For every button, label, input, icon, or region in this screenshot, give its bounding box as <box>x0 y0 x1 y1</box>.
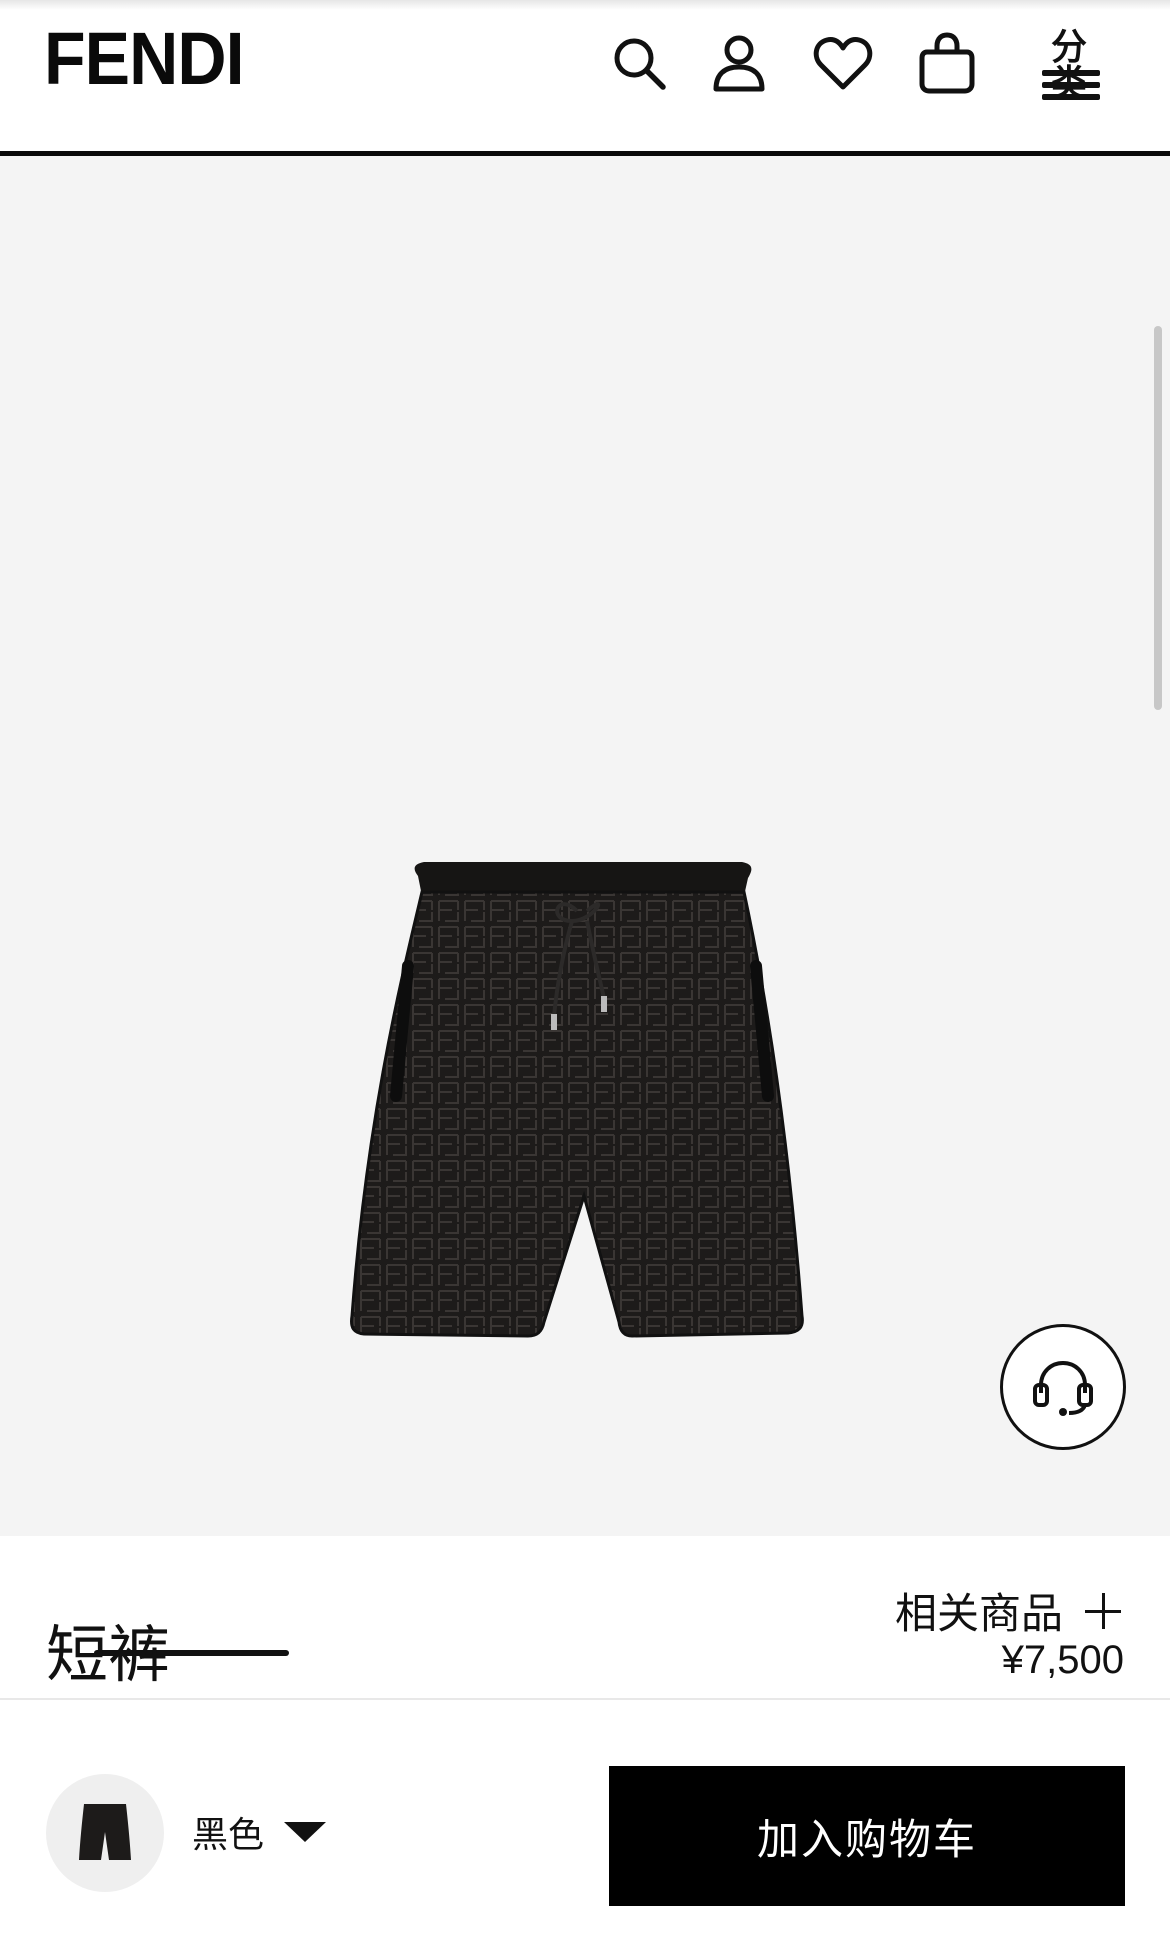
divider <box>0 1698 1170 1700</box>
account-icon[interactable] <box>704 28 774 98</box>
wishlist-heart-icon[interactable] <box>808 28 878 98</box>
fendi-logo[interactable]: FENDI <box>44 22 245 96</box>
headset-icon <box>1033 1360 1093 1416</box>
related-products-label: 相关商品 <box>895 1589 1064 1638</box>
slide-indicator-2[interactable] <box>422 1650 736 1656</box>
add-to-cart-button[interactable]: 加入购物车 <box>609 1766 1125 1906</box>
menu-icon <box>1042 70 1100 106</box>
related-products-toggle[interactable]: 相关商品 <box>895 1580 1122 1641</box>
product-price: ¥7,500 <box>1001 1638 1124 1682</box>
color-dropdown[interactable]: 黑色 <box>192 1806 327 1858</box>
search-icon[interactable] <box>604 28 674 98</box>
caret-down-icon <box>284 1822 327 1842</box>
header-shadow <box>0 0 1170 10</box>
product-name: 短裤 <box>46 1618 171 1691</box>
site-header: FENDI 分类 <box>0 0 1170 156</box>
color-swatch-thumbnail[interactable] <box>46 1774 164 1892</box>
shopping-bag-icon[interactable] <box>912 28 982 98</box>
customer-service-button[interactable] <box>1000 1324 1126 1450</box>
page-scrollbar[interactable] <box>1154 326 1162 710</box>
selected-color: 黑色 <box>192 1815 265 1856</box>
shorts-thumbnail-image <box>79 1804 131 1860</box>
category-menu-button[interactable]: 分类 <box>1034 30 1104 102</box>
product-gallery[interactable]: 相关商品 <box>0 156 1170 1656</box>
product-image <box>350 862 804 1338</box>
plus-icon <box>1085 1592 1122 1629</box>
